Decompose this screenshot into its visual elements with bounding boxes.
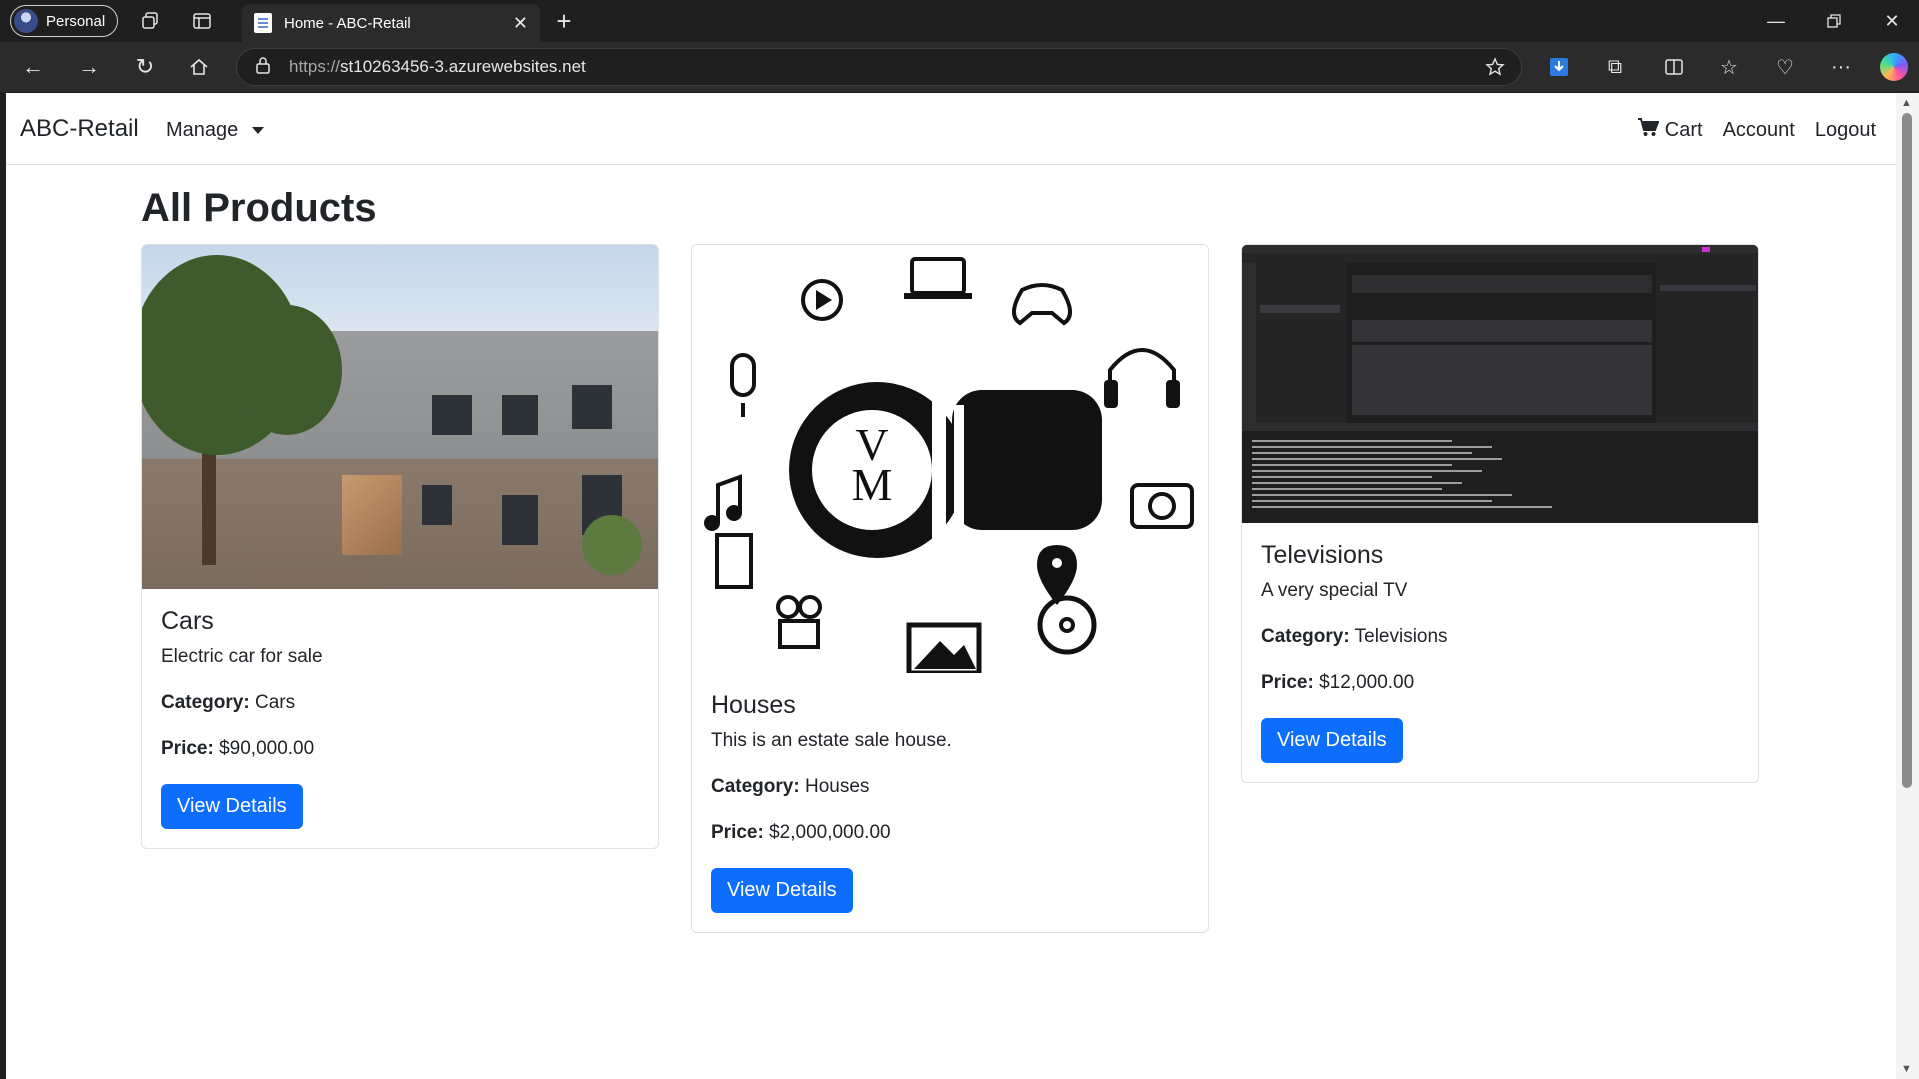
browser-essentials-icon[interactable]: ♡ bbox=[1772, 54, 1798, 80]
shopping-cart-icon bbox=[1637, 117, 1660, 143]
lock-icon[interactable] bbox=[255, 56, 271, 79]
product-category: Category: Houses bbox=[711, 776, 1189, 798]
product-card-body: Houses This is an estate sale house. Cat… bbox=[692, 673, 1208, 932]
category-label: Category: bbox=[711, 776, 800, 797]
price-value: $12,000.00 bbox=[1319, 672, 1415, 693]
close-window-icon[interactable]: ✕ bbox=[1880, 9, 1904, 33]
close-tab-icon[interactable]: ✕ bbox=[513, 13, 528, 34]
refresh-icon[interactable]: ↻ bbox=[132, 54, 158, 80]
category-value: Houses bbox=[804, 776, 870, 797]
product-card-televisions: Televisions A very special TV Category: … bbox=[1241, 244, 1759, 783]
product-image-ide-screenshot bbox=[1242, 245, 1758, 523]
nav-right-links: Cart Account Logout bbox=[1637, 117, 1876, 143]
address-bar[interactable]: https://st10263456-3.azurewebsites.net bbox=[236, 48, 1522, 86]
product-description: Electric car for sale bbox=[161, 646, 323, 667]
product-card-body: Televisions A very special TV Category: … bbox=[1242, 523, 1758, 782]
product-category: Category: Cars bbox=[161, 692, 639, 714]
copilot-icon[interactable] bbox=[1880, 53, 1908, 81]
cart-link[interactable]: Cart bbox=[1637, 117, 1703, 143]
caret-down-icon bbox=[252, 127, 265, 134]
product-name: Houses bbox=[711, 691, 796, 719]
tab-home[interactable]: Home - ABC-Retail ✕ bbox=[242, 4, 540, 42]
web-page: ABC-Retail Manage Cart Account Logout Al… bbox=[6, 93, 1896, 1079]
extensions-icon[interactable]: ⧉ bbox=[1602, 54, 1628, 80]
price-value: $2,000,000.00 bbox=[769, 822, 891, 843]
workspaces-icon[interactable] bbox=[138, 9, 162, 33]
scroll-thumb[interactable] bbox=[1902, 113, 1912, 788]
new-tab-icon[interactable]: + bbox=[551, 6, 577, 36]
price-value: $90,000.00 bbox=[219, 738, 315, 759]
home-icon[interactable] bbox=[186, 54, 212, 80]
logout-link[interactable]: Logout bbox=[1815, 119, 1876, 142]
tab-title: Home - ABC-Retail bbox=[284, 14, 411, 32]
product-card-body: Cars Electric car for sale Category: Car… bbox=[142, 589, 658, 848]
svg-text:M: M bbox=[852, 459, 893, 510]
url-text[interactable]: https://st10263456-3.azurewebsites.net bbox=[289, 57, 586, 77]
site-navbar: ABC-Retail Manage Cart Account Logout bbox=[6, 93, 1896, 165]
favorites-icon[interactable]: ☆ bbox=[1716, 54, 1742, 80]
restore-icon[interactable] bbox=[1822, 9, 1846, 33]
product-description: This is an estate sale house. bbox=[711, 730, 952, 751]
product-name: Televisions bbox=[1261, 541, 1384, 569]
product-category: Category: Televisions bbox=[1261, 626, 1739, 648]
manage-label: Manage bbox=[166, 119, 239, 141]
category-label: Category: bbox=[1261, 626, 1350, 647]
scroll-up-icon[interactable]: ▲ bbox=[1901, 97, 1912, 109]
view-details-button[interactable]: View Details bbox=[161, 784, 303, 829]
site-brand-link[interactable]: ABC-Retail bbox=[20, 115, 139, 143]
product-description: A very special TV bbox=[1261, 580, 1408, 601]
product-price: Price: $2,000,000.00 bbox=[711, 822, 1189, 844]
browser-tab-bar: Personal Home - ABC-Retail ✕ + — ✕ bbox=[0, 0, 1919, 42]
product-image-building bbox=[142, 245, 658, 589]
page-favicon-icon bbox=[254, 13, 272, 33]
view-details-button[interactable]: View Details bbox=[1261, 718, 1403, 763]
url-protocol: https:// bbox=[289, 57, 341, 76]
minimize-icon[interactable]: — bbox=[1764, 9, 1788, 33]
profile-label: Personal bbox=[46, 12, 106, 30]
url-host: st10263456-3.azurewebsites.net bbox=[340, 57, 586, 76]
page-title: All Products bbox=[141, 186, 377, 230]
category-value: Cars bbox=[254, 692, 296, 713]
favorite-star-icon[interactable] bbox=[1485, 57, 1505, 82]
category-label: Category: bbox=[161, 692, 250, 713]
category-value: Televisions bbox=[1354, 626, 1448, 647]
more-options-icon[interactable]: ··· bbox=[1828, 54, 1854, 80]
address-toolbar: ← → ↻ https://st10263456-3.azurewebsites… bbox=[0, 42, 1919, 92]
cart-label: Cart bbox=[1664, 118, 1703, 141]
product-name: Cars bbox=[161, 607, 214, 635]
product-card-cars: Cars Electric car for sale Category: Car… bbox=[141, 244, 659, 849]
vertical-tabs-icon[interactable] bbox=[190, 9, 214, 33]
manage-dropdown[interactable]: Manage bbox=[166, 119, 265, 142]
price-label: Price: bbox=[711, 822, 764, 843]
view-details-button[interactable]: View Details bbox=[711, 868, 853, 913]
profile-button[interactable]: Personal bbox=[10, 5, 118, 37]
avatar bbox=[14, 9, 38, 33]
product-image-media-icons: V M bbox=[692, 245, 1208, 673]
scroll-down-icon[interactable]: ▼ bbox=[1901, 1063, 1912, 1075]
price-label: Price: bbox=[161, 738, 214, 759]
forward-icon[interactable]: → bbox=[76, 54, 102, 80]
product-price: Price: $90,000.00 bbox=[161, 738, 639, 760]
price-label: Price: bbox=[1261, 672, 1314, 693]
split-screen-icon[interactable] bbox=[1661, 54, 1687, 80]
account-link[interactable]: Account bbox=[1723, 119, 1795, 142]
page-scrollbar[interactable]: ▲ ▼ bbox=[1896, 93, 1919, 1079]
product-card-houses: V M Houses This is an estate sale house.… bbox=[691, 244, 1209, 933]
back-icon[interactable]: ← bbox=[20, 54, 46, 80]
product-price: Price: $12,000.00 bbox=[1261, 672, 1739, 694]
download-extension-icon[interactable] bbox=[1546, 54, 1572, 80]
